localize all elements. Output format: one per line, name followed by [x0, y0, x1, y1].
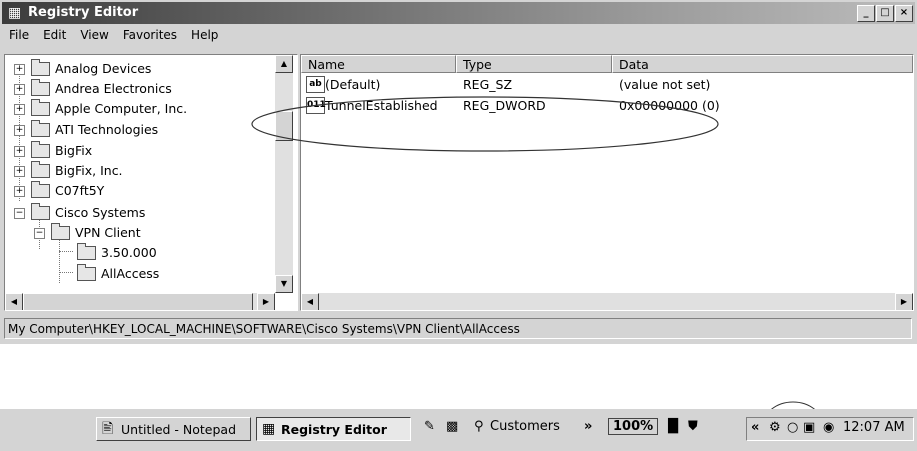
ie-icon[interactable]: █: [668, 419, 678, 434]
network-icon[interactable]: ▩: [446, 419, 458, 434]
pen-icon[interactable]: ✎: [424, 419, 435, 434]
task-registry-editor[interactable]: ▦ Registry Editor: [256, 417, 411, 441]
zoom-level[interactable]: 100%: [608, 418, 659, 435]
task-notepad[interactable]: 🖹 Untitled - Notepad: [96, 417, 251, 441]
toolbar-chevron-icon[interactable]: »: [584, 419, 592, 434]
customers-toolbar-label[interactable]: Customers: [490, 419, 560, 434]
vpn-lock-icon[interactable]: ⚙: [769, 420, 781, 435]
annotation-ellipses: [251, 96, 824, 451]
system-tray: « ⚙ ○ ▣ ◉ 12:07 AM: [746, 417, 914, 441]
clock[interactable]: 12:07 AM: [843, 420, 905, 435]
task-label: Untitled - Notepad: [121, 422, 237, 437]
monitor-icon[interactable]: ▣: [803, 420, 815, 435]
padlock-icon[interactable]: ○: [787, 420, 798, 435]
customers-icon[interactable]: ⚲: [474, 419, 484, 434]
registry-editor-icon: ▦: [262, 421, 276, 437]
notepad-icon: 🖹: [102, 421, 114, 437]
taskbar: 🖹 Untitled - Notepad ▦ Registry Editor ✎…: [0, 409, 917, 451]
plug-icon[interactable]: ⛊: [688, 419, 698, 434]
task-label: Registry Editor: [281, 422, 387, 437]
tray-chevron-icon[interactable]: «: [751, 420, 759, 435]
app-tray-icon[interactable]: ◉: [823, 420, 834, 435]
